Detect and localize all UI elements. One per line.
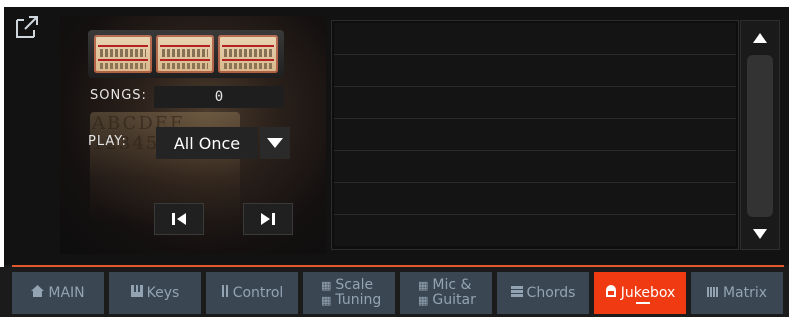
- tab-label: Matrix: [722, 285, 768, 301]
- arrow-up-icon: [753, 33, 767, 43]
- play-label: PLAY:: [88, 134, 127, 149]
- tab-mic-guitar[interactable]: ▦ Mic & ▦ Guitar: [400, 272, 492, 314]
- scroll-thumb[interactable]: [747, 55, 773, 217]
- scroll-down-button[interactable]: [745, 221, 775, 247]
- tab-label: Control: [232, 285, 284, 301]
- tab-jukebox[interactable]: Jukebox: [594, 272, 686, 314]
- play-mode-select[interactable]: All Once: [156, 127, 258, 159]
- tab-label-line-1: ▦ Scale: [321, 277, 374, 293]
- list-item[interactable]: [334, 183, 736, 215]
- list-item[interactable]: [334, 23, 736, 55]
- list-item[interactable]: [334, 119, 736, 151]
- chevron-down-icon: [267, 138, 283, 148]
- guitar-icon: ▦: [418, 294, 429, 307]
- keys-icon: [130, 285, 143, 301]
- tab-label-line-1: ▦ Mic &: [418, 277, 472, 293]
- tab-scale-tuning[interactable]: ▦ Scale ▦ Tuning: [303, 272, 395, 314]
- matrix-icon: [706, 286, 719, 301]
- tab-label: Keys: [146, 285, 180, 301]
- scale-icon: ▦: [321, 279, 332, 292]
- list-item[interactable]: [334, 55, 736, 87]
- song-list[interactable]: [331, 20, 739, 250]
- top-edge: [0, 0, 789, 7]
- tab-control[interactable]: Control: [206, 272, 298, 314]
- skip-previous-icon: [172, 213, 186, 225]
- jukebox-icon: [605, 285, 617, 301]
- tab-matrix[interactable]: Matrix: [691, 272, 783, 314]
- active-tab-underline: [636, 302, 650, 304]
- tab-label-line-2: ▦ Tuning: [321, 292, 382, 308]
- arrow-down-icon: [753, 229, 767, 239]
- list-item[interactable]: [334, 87, 736, 119]
- songs-count: 0: [154, 86, 284, 108]
- tab-chords[interactable]: Chords: [497, 272, 589, 314]
- tuning-icon: ▦: [321, 294, 332, 307]
- jukebox-screen: ABCDEF 123456789 SONGS: 0 PLAY: All Once: [0, 0, 789, 317]
- play-mode-dropdown-button[interactable]: [260, 127, 290, 159]
- bottom-tab-bar: MAIN Keys Control ▦ Scale ▦ Tuning ▦ Mic & …: [0, 267, 789, 317]
- list-item[interactable]: [334, 215, 736, 246]
- tab-main[interactable]: MAIN: [12, 272, 104, 314]
- songs-label: SONGS:: [90, 88, 147, 103]
- tab-label: MAIN: [48, 285, 85, 301]
- list-item[interactable]: [334, 151, 736, 183]
- chords-icon: [510, 285, 523, 301]
- tab-label-line-2: ▦ Guitar: [418, 292, 476, 308]
- tab-label: Jukebox: [620, 285, 676, 301]
- previous-song-button[interactable]: [154, 203, 204, 235]
- skip-next-icon: [261, 213, 275, 225]
- tab-keys[interactable]: Keys: [109, 272, 201, 314]
- control-icon: [221, 285, 229, 301]
- home-icon: [31, 285, 45, 301]
- song-list-scrollbar[interactable]: [740, 20, 780, 250]
- mic-icon: ▦: [418, 279, 429, 292]
- next-song-button[interactable]: [243, 203, 293, 235]
- jukebox-title-cards: [88, 30, 284, 78]
- tab-label: Chords: [526, 285, 576, 301]
- scroll-up-button[interactable]: [745, 25, 775, 51]
- expand-icon[interactable]: [14, 14, 40, 40]
